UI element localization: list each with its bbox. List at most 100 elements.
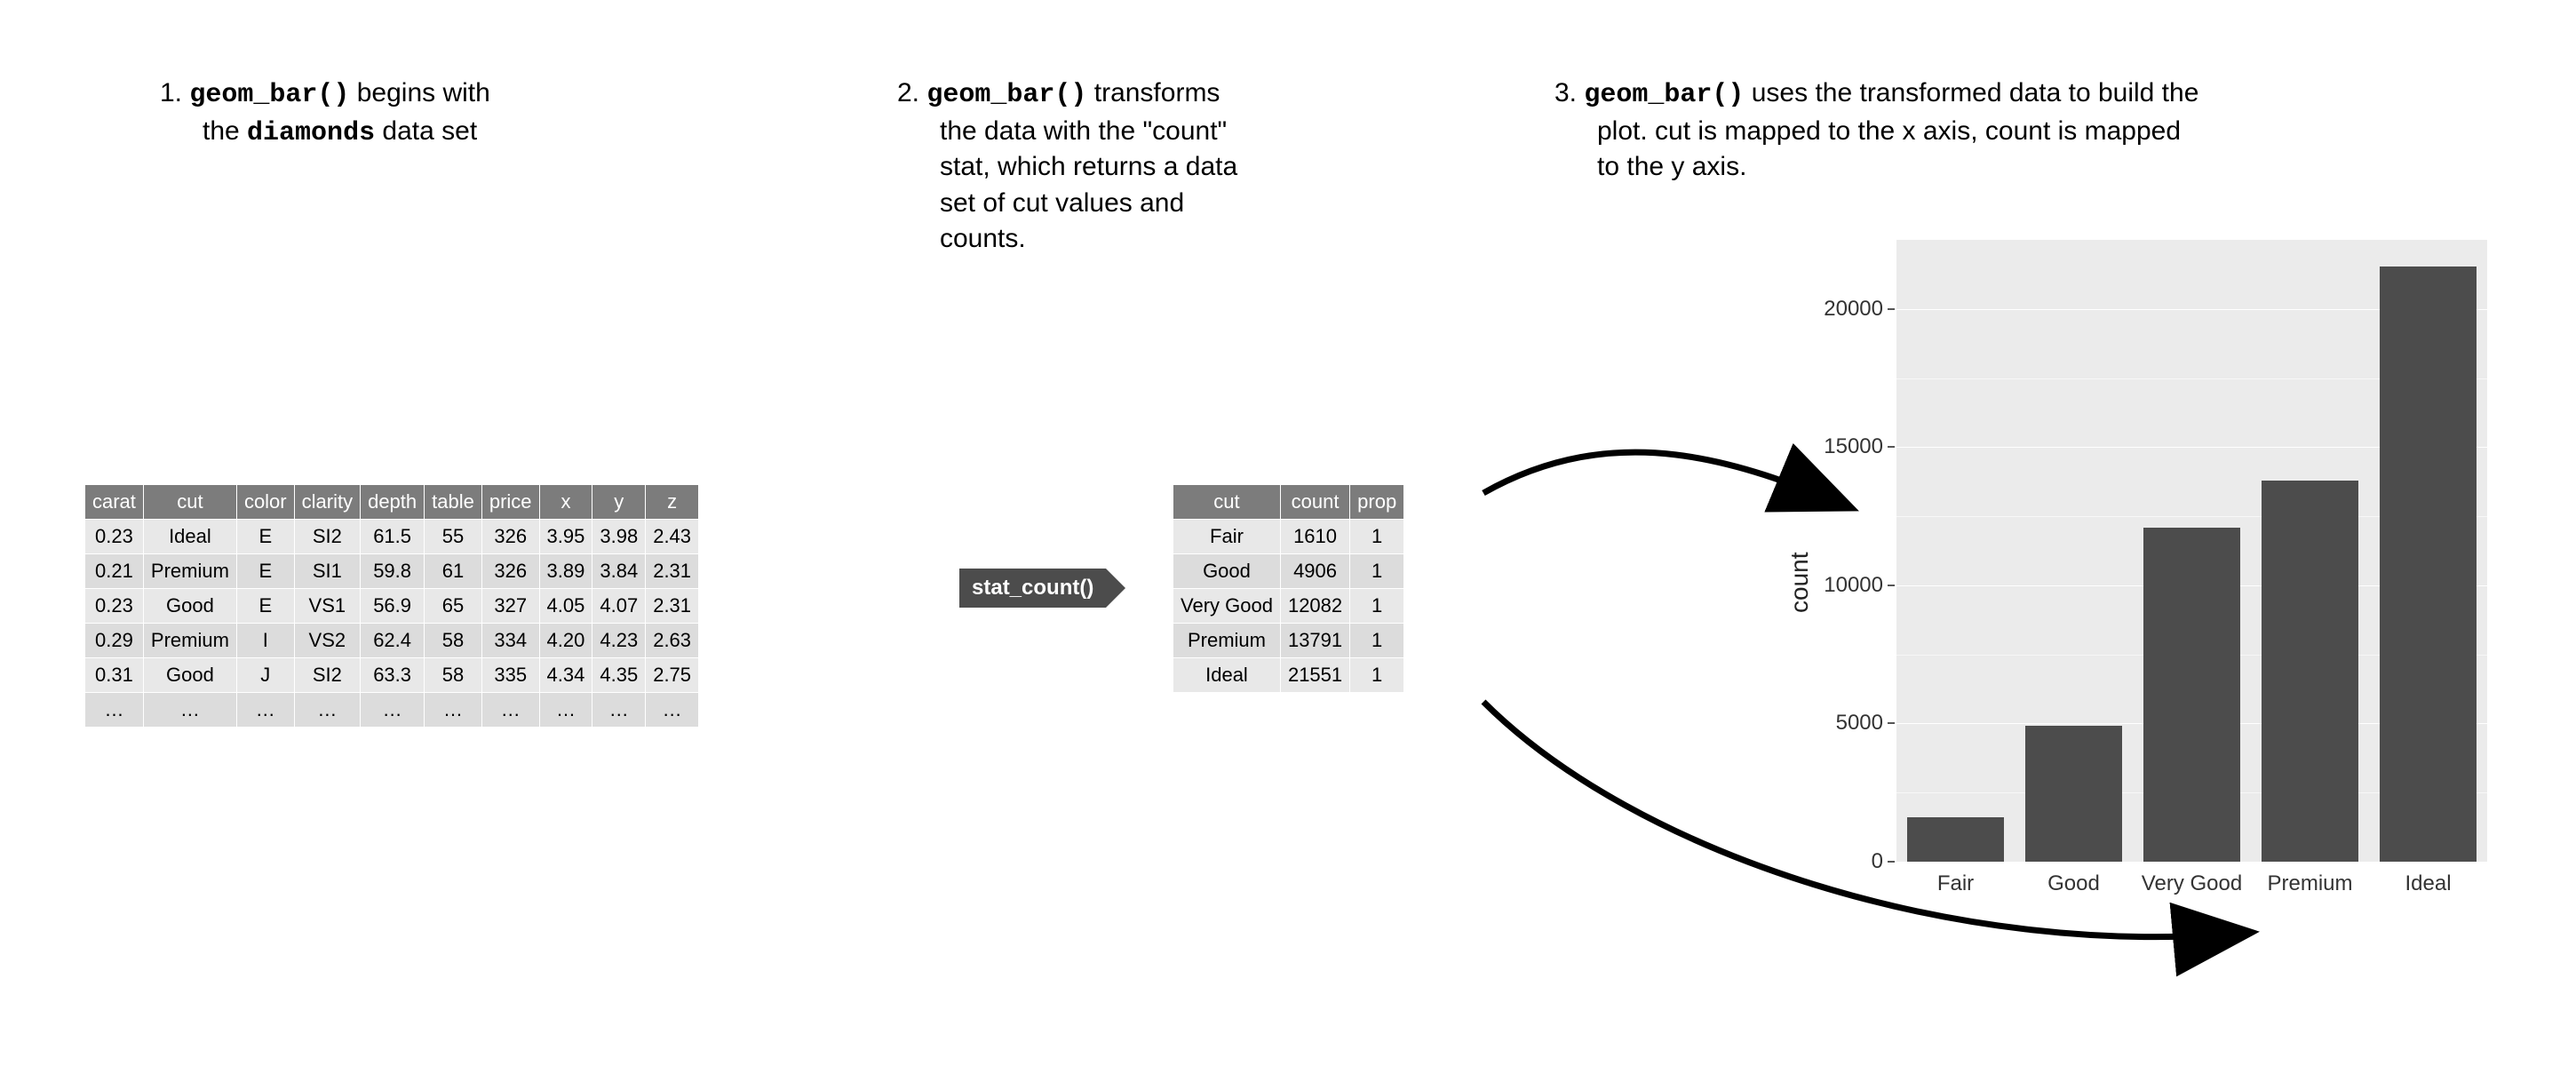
cell: 12082 <box>1280 589 1349 624</box>
table-row: 0.23IdealESI261.5553263.953.982.43 <box>85 520 699 554</box>
y-tick-label: 15000 <box>1817 436 1883 457</box>
step3-code: geom_bar() <box>1584 80 1744 110</box>
cell: 1 <box>1350 520 1404 554</box>
table-row: 0.23GoodEVS156.9653274.054.072.31 <box>85 589 699 624</box>
caption-step1: 1. geom_bar() begins with the diamonds d… <box>160 76 622 151</box>
x-tick-label: Very Good <box>2142 872 2242 895</box>
table-row: 0.21PremiumESI159.8613263.893.842.31 <box>85 554 699 589</box>
cell: VS2 <box>294 624 360 658</box>
cell: SI1 <box>294 554 360 589</box>
step2-line3: stat, which returns a data <box>897 149 1395 186</box>
cell: 334 <box>481 624 539 658</box>
bar <box>2380 266 2477 862</box>
count-table: cutcountpropFair16101Good49061Very Good1… <box>1173 484 1404 693</box>
table-row: Fair16101 <box>1173 520 1404 554</box>
step3-num: 3. <box>1554 78 1577 107</box>
step1-code: geom_bar() <box>189 80 349 110</box>
col-header: y <box>592 485 646 520</box>
step2-code: geom_bar() <box>926 80 1086 110</box>
x-tick-label: Premium <box>2267 872 2352 895</box>
y-tick-label: 10000 <box>1817 575 1883 596</box>
x-tick-label: Ideal <box>2405 872 2451 895</box>
cell: 335 <box>481 658 539 693</box>
cell: 63.3 <box>361 658 425 693</box>
cell: … <box>294 693 360 728</box>
cell: 1 <box>1350 624 1404 658</box>
step1-num: 1. <box>160 78 182 107</box>
cell: J <box>236 658 294 693</box>
cell: SI2 <box>294 658 360 693</box>
table-row: Ideal215511 <box>1173 658 1404 693</box>
step2-text1: transforms <box>1086 78 1220 107</box>
cell: 0.21 <box>85 554 144 589</box>
cell: I <box>236 624 294 658</box>
cell: … <box>85 693 144 728</box>
y-tick-label: 20000 <box>1817 298 1883 320</box>
cell: E <box>236 554 294 589</box>
cell: … <box>539 693 592 728</box>
cell: 62.4 <box>361 624 425 658</box>
cell: 0.31 <box>85 658 144 693</box>
cell: 2.63 <box>646 624 699 658</box>
cell: 2.75 <box>646 658 699 693</box>
col-header: count <box>1280 485 1349 520</box>
col-header: price <box>481 485 539 520</box>
step2-line2: the data with the "count" <box>897 114 1395 150</box>
caption-step2: 2. geom_bar() transforms the data with t… <box>897 76 1395 258</box>
col-header: cut <box>143 485 236 520</box>
table-row: Very Good120821 <box>1173 589 1404 624</box>
cell: 56.9 <box>361 589 425 624</box>
cell: Ideal <box>143 520 236 554</box>
table-row: ………………………… <box>85 693 699 728</box>
col-header: carat <box>85 485 144 520</box>
col-header: depth <box>361 485 425 520</box>
cell: 2.31 <box>646 589 699 624</box>
step2-num: 2. <box>897 78 919 107</box>
col-header: cut <box>1173 485 1281 520</box>
y-tick-label: 0 <box>1817 851 1883 872</box>
cell: 4.23 <box>592 624 646 658</box>
cell: VS1 <box>294 589 360 624</box>
cell: … <box>646 693 699 728</box>
step1-line2b: data set <box>375 116 477 146</box>
table-row: Good49061 <box>1173 554 1404 589</box>
col-header: color <box>236 485 294 520</box>
cell: Good <box>143 589 236 624</box>
diamonds-table: caratcutcolorclaritydepthtablepricexyz0.… <box>84 484 699 728</box>
cell: Fair <box>1173 520 1281 554</box>
cell: Premium <box>143 624 236 658</box>
cell: … <box>592 693 646 728</box>
cell: 0.29 <box>85 624 144 658</box>
cell: 0.23 <box>85 589 144 624</box>
cell: … <box>143 693 236 728</box>
bar <box>2025 726 2122 862</box>
cell: Good <box>143 658 236 693</box>
cell: 58 <box>425 658 482 693</box>
step1-line2a: the <box>203 116 247 146</box>
cell: SI2 <box>294 520 360 554</box>
cell: 2.31 <box>646 554 699 589</box>
cell: Premium <box>143 554 236 589</box>
col-header: table <box>425 485 482 520</box>
table-row: 0.29PremiumIVS262.4583344.204.232.63 <box>85 624 699 658</box>
cell: 1610 <box>1280 520 1349 554</box>
col-header: z <box>646 485 699 520</box>
caption-step3: 3. geom_bar() uses the transformed data … <box>1554 76 2487 186</box>
cell: 327 <box>481 589 539 624</box>
cell: 59.8 <box>361 554 425 589</box>
cell: 4.05 <box>539 589 592 624</box>
cell: Very Good <box>1173 589 1281 624</box>
cell: E <box>236 589 294 624</box>
cell: 2.43 <box>646 520 699 554</box>
col-header: clarity <box>294 485 360 520</box>
step3-line3: to the y axis. <box>1554 149 2487 186</box>
x-tick-label: Fair <box>1937 872 1974 895</box>
bar <box>2262 481 2358 862</box>
cell: 4.34 <box>539 658 592 693</box>
cell: … <box>361 693 425 728</box>
cell: Good <box>1173 554 1281 589</box>
cell: Ideal <box>1173 658 1281 693</box>
col-header: prop <box>1350 485 1404 520</box>
cell: 4.07 <box>592 589 646 624</box>
cell: 3.98 <box>592 520 646 554</box>
